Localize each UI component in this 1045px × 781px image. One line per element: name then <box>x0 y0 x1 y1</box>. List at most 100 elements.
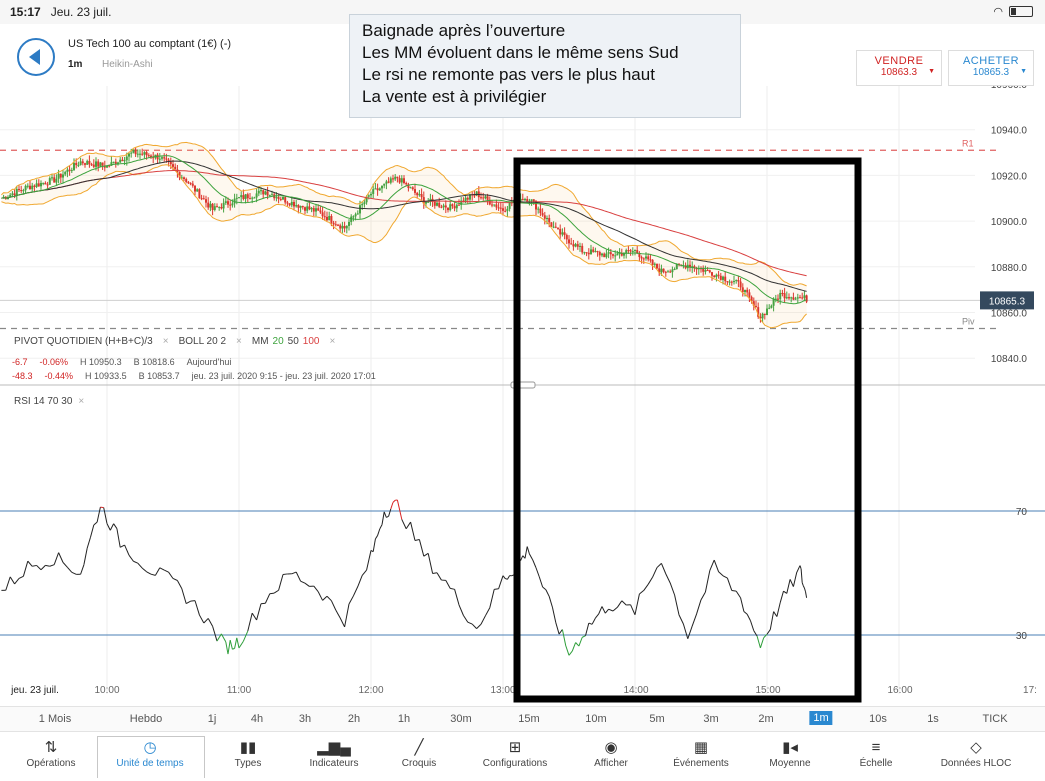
rsi-segment <box>203 618 209 624</box>
rsi-segment <box>616 600 623 608</box>
timeframe-option-1j[interactable]: 1j <box>208 713 217 725</box>
nav-9-icon: ≡ <box>871 739 881 756</box>
timeframe-option-hebdo[interactable]: Hebdo <box>130 713 162 725</box>
rsi-label: RSI 14 70 30 <box>14 396 73 407</box>
rsi-segment <box>22 560 29 577</box>
timeframe-option-2h[interactable]: 2h <box>348 713 360 725</box>
timeframe-option-1h[interactable]: 1h <box>398 713 410 725</box>
rsi-segment <box>678 614 684 625</box>
x-tick-label: 12:00 <box>358 685 383 696</box>
rsi-segment <box>674 594 680 615</box>
y-tick-label: 10840.0 <box>991 354 1028 365</box>
rsi-segment <box>691 613 698 627</box>
nav-échelle[interactable]: ≡ Échelle <box>826 738 926 769</box>
rsi-segment <box>561 629 567 646</box>
rsi-segment <box>128 554 134 562</box>
rsi-segment <box>520 555 524 561</box>
nav-croquis[interactable]: ╱ Croquis <box>369 738 469 769</box>
rsi-segment <box>348 595 354 605</box>
rsi-segment <box>109 523 115 531</box>
y-tick-label: 10960.0 <box>991 86 1028 91</box>
buy-button[interactable]: ACHETER 10865.3 ▼ <box>948 50 1034 86</box>
rsi-segment <box>326 595 332 602</box>
rsi-segment <box>743 611 748 615</box>
close-boll-icon[interactable]: × <box>236 336 242 347</box>
x-tick-label: jeu. 23 juil. <box>10 685 59 696</box>
sell-button[interactable]: VENDRE 10863.3 ▼ <box>856 50 942 86</box>
timeframe-option-10m[interactable]: 10m <box>585 713 606 725</box>
rsi-segment <box>234 637 238 649</box>
timeframe-option-10s[interactable]: 10s <box>869 713 887 725</box>
rsi-segment <box>604 608 609 614</box>
note-line: Baignade après l’ouverture <box>362 21 566 40</box>
rsi-segment <box>83 548 88 565</box>
rsi-segment <box>146 571 152 575</box>
rsi-segment <box>542 586 547 591</box>
y-tick-label: 10900.0 <box>991 217 1028 228</box>
close-pivot-icon[interactable]: × <box>163 336 169 347</box>
rsi-segment <box>700 591 706 601</box>
pivot-label: PIVOT QUOTIDIEN (H+B+C)/3 <box>14 336 153 347</box>
nav-moyenne[interactable]: ▮◂ Moyenne <box>740 738 840 769</box>
rsi-segment <box>571 642 577 652</box>
mm-50-label: 50 <box>287 336 299 347</box>
rsi-segment <box>185 600 191 605</box>
rsi-segment <box>647 576 654 585</box>
nav-configurations[interactable]: ⊞ Configurations <box>465 738 565 769</box>
rsi-segment <box>722 575 728 579</box>
rsi-segment <box>779 591 784 603</box>
rsi-segment <box>113 523 118 529</box>
rsi-segment <box>36 565 42 571</box>
rsi-segment <box>374 535 379 540</box>
timeframe-option-15m[interactable]: 15m <box>518 713 539 725</box>
rsi-segment <box>392 499 396 503</box>
timeframe-option-3h[interactable]: 3h <box>299 713 311 725</box>
nav-afficher[interactable]: ◉ Afficher <box>561 738 661 769</box>
change-percent: -0.44% <box>44 371 74 381</box>
price-chart[interactable]: 10960.0 10940.0 10920.0 10900.0 10880.0 10860… <box>0 86 1045 706</box>
rsi-segment <box>524 546 528 559</box>
change-percent: -0.06% <box>39 357 69 367</box>
rsi-segment <box>595 613 600 619</box>
nav-opérations[interactable]: ⇅ Opérations <box>1 738 101 769</box>
timeframe-option-4h[interactable]: 4h <box>251 713 263 725</box>
rsi-segment <box>476 623 482 629</box>
rsi-segment <box>172 578 178 581</box>
low-value: B 10818.6 <box>133 357 175 367</box>
rsi-segment <box>96 507 101 523</box>
annotation-note: Baignade après l’ouverture Les MM évolue… <box>349 14 741 118</box>
indicator-legend: PIVOT QUOTIDIEN (H+B+C)/3 × BOLL 20 2 × … <box>14 336 335 347</box>
rsi-segment <box>489 589 495 608</box>
timeframe-option-2m[interactable]: 2m <box>758 713 773 725</box>
nav-10-icon: ◇ <box>970 739 982 756</box>
back-button[interactable] <box>17 38 55 76</box>
rsi-segment <box>548 596 553 608</box>
rsi-segment <box>242 630 249 642</box>
rsi-segment <box>330 600 337 611</box>
rsi-segment <box>269 592 275 595</box>
rsi-segment <box>696 599 702 615</box>
timeframe-option-1-mois[interactable]: 1 Mois <box>39 713 71 725</box>
nav-événements[interactable]: ▦ Événements <box>651 738 751 769</box>
close-rsi-icon[interactable]: × <box>78 396 84 407</box>
close-mm-icon[interactable]: × <box>329 336 335 347</box>
rsi-segment <box>27 560 33 567</box>
timeframe-option-30m[interactable]: 30m <box>450 713 471 725</box>
rsi-segment <box>317 591 324 601</box>
rsi-segment <box>264 593 271 604</box>
rsi-segment <box>352 586 359 597</box>
nav-types[interactable]: ▮▮ Types <box>198 738 298 769</box>
rsi-segment <box>418 539 425 557</box>
rsi-segment <box>181 588 187 604</box>
timeframe-option-tick[interactable]: TICK <box>982 713 1007 725</box>
rsi-segment <box>119 544 125 548</box>
rsi-segment <box>687 625 693 639</box>
timeframe-option-1s[interactable]: 1s <box>927 713 939 725</box>
nav-données-hloc[interactable]: ◇ Données HLOC <box>926 738 1026 769</box>
rsi-segment <box>71 571 77 575</box>
rsi-segment <box>238 640 244 649</box>
timeframe-option-5m[interactable]: 5m <box>649 713 664 725</box>
timeframe-option-1m[interactable]: 1m <box>809 711 833 725</box>
timeframe-option-3m[interactable]: 3m <box>703 713 718 725</box>
rsi-segment <box>621 600 627 606</box>
